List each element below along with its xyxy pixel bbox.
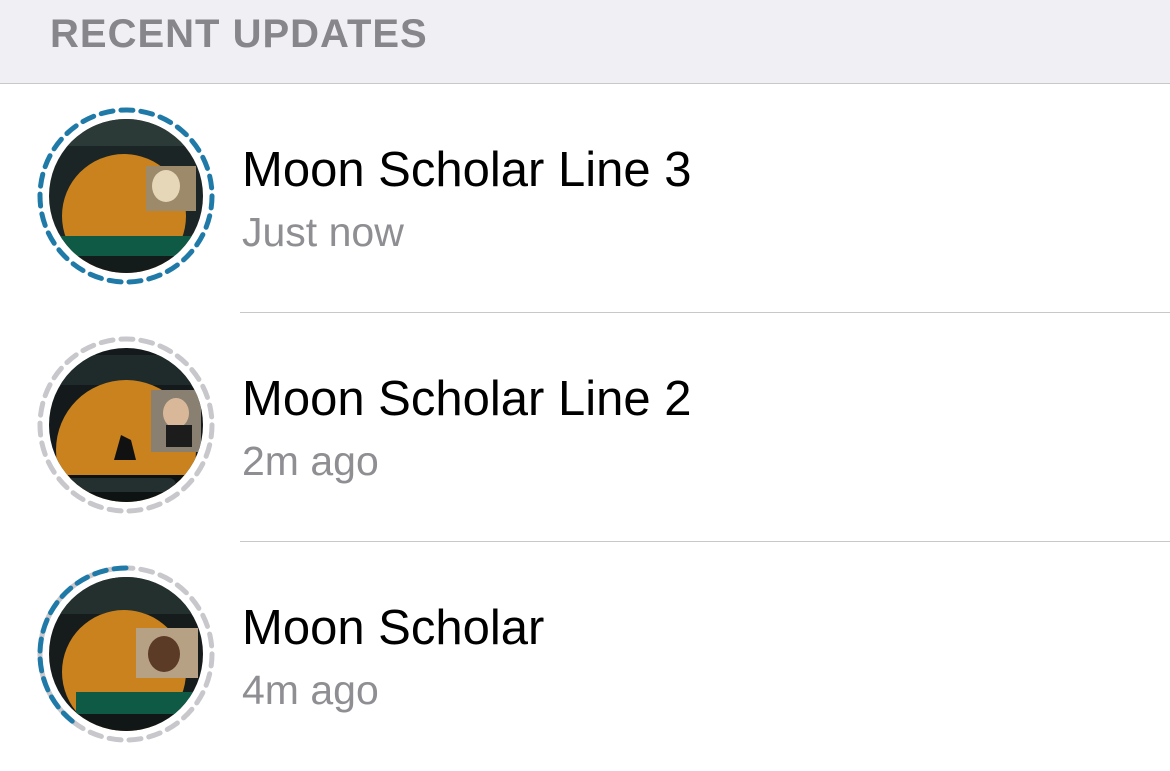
status-row-moon-scholar-line-2[interactable]: Moon Scholar Line 2 2m ago <box>0 313 1170 542</box>
status-row-moon-scholar-line-3[interactable]: Moon Scholar Line 3 Just now <box>0 84 1170 313</box>
status-thumbnail-icon <box>37 336 215 514</box>
status-avatar[interactable] <box>36 106 216 286</box>
recent-updates-list: Moon Scholar Line 3 Just now Moon Schola… <box>0 84 1170 771</box>
status-avatar[interactable] <box>36 564 216 744</box>
contact-name: Moon Scholar Line 2 <box>242 372 692 426</box>
status-avatar[interactable] <box>36 335 216 515</box>
section-header-label: RECENT UPDATES <box>50 12 428 56</box>
status-timestamp: Just now <box>242 209 404 255</box>
status-row-moon-scholar[interactable]: Moon Scholar 4m ago <box>0 542 1170 771</box>
status-timestamp: 4m ago <box>242 667 379 713</box>
status-thumbnail-icon <box>37 565 215 743</box>
status-thumbnail-icon <box>37 107 215 285</box>
recent-updates-header: RECENT UPDATES <box>0 0 1170 84</box>
status-timestamp: 2m ago <box>242 438 379 484</box>
contact-name: Moon Scholar Line 3 <box>242 143 692 197</box>
contact-name: Moon Scholar <box>242 601 545 655</box>
